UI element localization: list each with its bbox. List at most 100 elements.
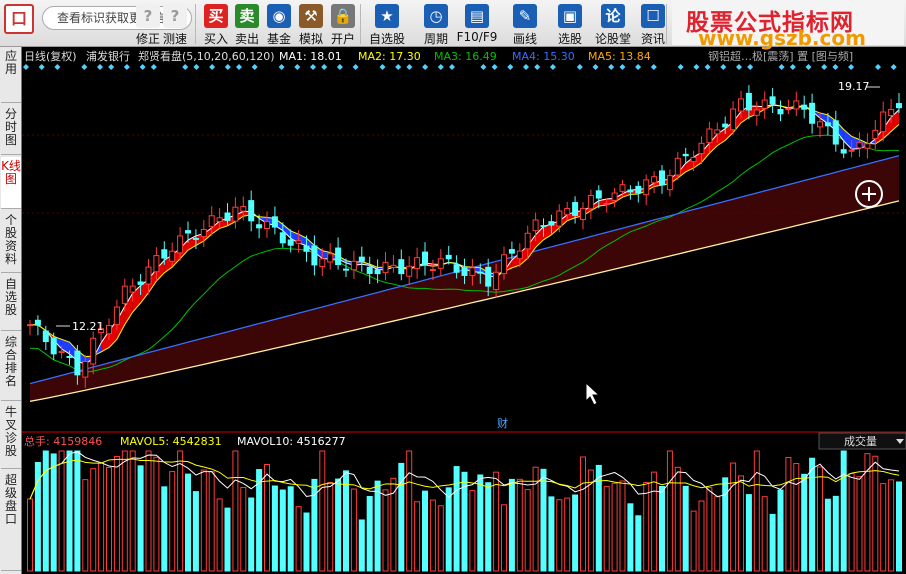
candle-body: [90, 337, 97, 365]
toolbar-button-13[interactable]: ☐ 资讯: [631, 2, 675, 46]
toolbar-button-7[interactable]: ★ 自选股: [365, 2, 409, 46]
volume-mavol10: MAVOL10: 4516277: [237, 435, 346, 448]
toolbar-separator: [360, 4, 361, 44]
candle-body: [42, 330, 49, 343]
volume-bar: [216, 498, 223, 572]
volume-bar: [129, 450, 136, 572]
candle-body: [287, 239, 294, 246]
app-logo-icon[interactable]: 口: [4, 4, 34, 34]
candle-body: [674, 157, 681, 176]
toolbar-button-label: F10/F9: [456, 30, 498, 44]
toolbar-button-11[interactable]: ▣ 选股: [548, 2, 592, 46]
candle-body: [303, 245, 310, 252]
volume-bar: [611, 482, 618, 572]
volume-bar: [50, 453, 57, 572]
side-tab-4[interactable]: 自选股: [1, 275, 21, 331]
toolbar-button-icon: ◷: [424, 4, 448, 28]
candle-body: [840, 149, 847, 154]
candle-body: [556, 210, 563, 227]
candle-body: [398, 259, 405, 275]
volume-bar: [516, 478, 523, 572]
volume-bar: [232, 450, 239, 572]
candle-body: [532, 219, 539, 232]
candle-body: [809, 102, 816, 124]
candle-body: [753, 109, 760, 116]
toolbar-button-8[interactable]: ◷ 周期: [414, 2, 458, 46]
candle-body: [888, 108, 895, 116]
candle-body: [216, 217, 223, 223]
volume-bar: [524, 489, 531, 572]
toolbar-button-label: 周期: [423, 32, 448, 46]
signal-diamond-icon: [150, 64, 157, 70]
volume-bar: [659, 485, 665, 572]
volume-bar: [580, 456, 586, 572]
candle-body: [208, 215, 215, 228]
signal-diamond-icon: [720, 64, 727, 70]
volume-bar: [327, 482, 334, 572]
candle-body: [564, 207, 571, 216]
kline-chart[interactable]: 日线(复权) 浦发银行 郑贤看盘(5,10,20,60,120) MA1: 18.01…: [22, 47, 906, 574]
volume-bar: [145, 450, 152, 572]
volume-bar: [556, 499, 563, 572]
candle-body: [722, 123, 729, 128]
toolbar-button-3[interactable]: 卖卖出: [232, 2, 262, 46]
candle-body: [192, 237, 199, 240]
toolbar-button-12[interactable]: 论论股堂: [591, 2, 635, 46]
chart-indicator: 郑贤看盘(5,10,20,60,120): [138, 49, 275, 63]
signal-diamond-icon: [379, 64, 386, 70]
volume-bar: [153, 456, 160, 572]
toolbar-button-2[interactable]: 买买入: [201, 2, 231, 46]
site-banner[interactable]: 股票公式指标网 www.gszb.com: [672, 3, 904, 50]
side-tab-3[interactable]: 个股资料: [1, 211, 21, 273]
volume-bar: [374, 480, 381, 572]
volume-bar: [619, 480, 626, 572]
side-tab-0[interactable]: 应用: [1, 47, 21, 103]
volume-bar: [824, 498, 831, 572]
candle-body: [666, 175, 673, 191]
candle-body: [516, 250, 523, 260]
candle-body: [848, 149, 855, 152]
toolbar-button-6[interactable]: 🔒 开户: [328, 2, 358, 46]
candle-body: [698, 142, 705, 155]
side-tab-7[interactable]: 超级盘口: [1, 471, 21, 571]
volume-bar: [872, 455, 879, 572]
candle-body: [382, 261, 389, 274]
ma2-value: MA2: 17.30: [358, 50, 421, 63]
volume-bar: [493, 471, 500, 572]
signal-diamond-icon: [549, 64, 556, 70]
volume-bar: [287, 486, 294, 572]
volume-bar: [66, 450, 73, 572]
mouse-cursor-icon: [585, 381, 601, 406]
chart-stock-name: 浦发银行: [86, 49, 130, 63]
volume-bar: [271, 485, 278, 572]
toolbar-button-5[interactable]: ⚒ 模拟: [296, 2, 326, 46]
volume-bar: [113, 455, 120, 572]
indicator-dropdown-label: 成交量: [844, 434, 877, 448]
candle-body: [50, 337, 57, 355]
toolbar-button-0[interactable]: ? 修正: [133, 2, 163, 46]
side-tab-6[interactable]: 牛叉诊股: [1, 403, 21, 469]
candle-body: [508, 249, 515, 254]
candle-body: [540, 225, 547, 228]
toolbar-button-9[interactable]: ▤ F10/F9: [455, 2, 499, 46]
candle-body: [738, 98, 744, 112]
toolbar-button-icon: ✎: [513, 4, 537, 28]
side-tab-5[interactable]: 综合排名: [1, 333, 21, 401]
side-tab-bar: 应用 分时图 K线图 个股资料 自选股 综合排名 牛叉诊股 超级盘口: [0, 47, 22, 574]
candle-body: [682, 153, 689, 157]
volume-bar: [777, 489, 784, 572]
side-tab-2[interactable]: K线图: [1, 157, 21, 209]
toolbar-button-4[interactable]: ◉ 基金: [264, 2, 294, 46]
volume-bar: [256, 469, 263, 572]
side-tab-1[interactable]: 分时图: [1, 105, 21, 155]
toolbar-button-1[interactable]: ? 测速: [160, 2, 190, 46]
toolbar-button-label: 买入: [203, 32, 228, 46]
candle-body: [548, 221, 555, 226]
candle-body: [524, 232, 531, 250]
toolbar-button-icon: ☐: [641, 4, 665, 28]
volume-bar: [453, 466, 460, 572]
toolbar-button-10[interactable]: ✎ 画线: [503, 2, 547, 46]
candle-body: [469, 267, 476, 276]
volume-bar: [358, 519, 365, 572]
candle-body: [659, 170, 665, 186]
